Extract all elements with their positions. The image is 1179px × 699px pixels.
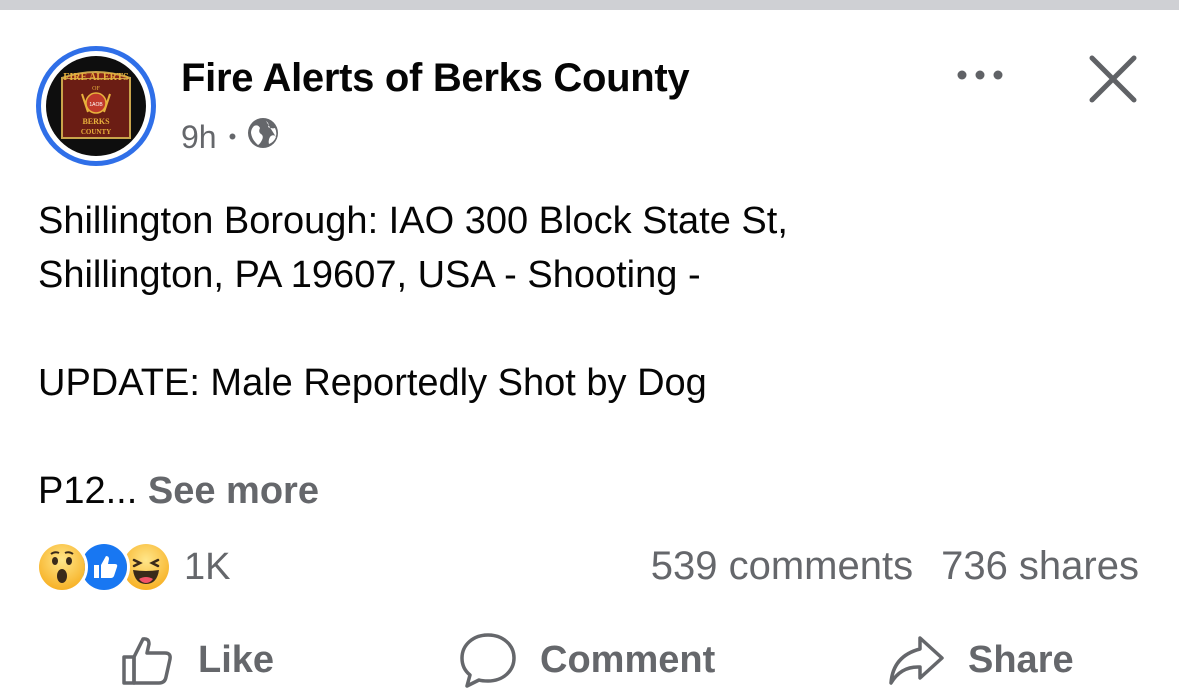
post-last-line: P12... See more [38,464,1138,518]
post-line: Shillington, PA 19607, USA - Shooting - [38,254,701,296]
like-button[interactable]: Like [118,628,274,692]
share-label: Share [968,638,1074,681]
comment-button[interactable]: Comment [458,628,715,692]
svg-text:BERKS: BERKS [82,117,110,126]
wow-icon [36,541,88,593]
post-meta: 9h • [181,118,280,156]
share-arrow-icon [889,636,944,685]
post-line [38,302,1138,356]
post-line [38,410,1138,464]
like-label: Like [198,638,275,681]
reaction-count: 1K [184,545,231,588]
close-button[interactable] [1084,50,1142,108]
globe-icon[interactable] [246,116,280,158]
svg-text:COUNTY: COUNTY [81,128,111,136]
post-line: UPDATE: Male Reportedly Shot by Dog [38,362,707,404]
share-button[interactable]: Share [886,628,1074,692]
post-timestamp[interactable]: 9h [181,119,217,156]
shares-count-link[interactable]: 736 shares [941,544,1139,589]
more-dots-icon [957,70,1003,80]
svg-text:FIRE ALERTS: FIRE ALERTS [63,72,129,83]
more-options-button[interactable] [952,58,1008,92]
page-avatar[interactable]: FIRE ALERTS OF 1AOB BERKS COUNTY [36,46,156,166]
thumbs-up-icon [122,637,172,685]
engagement-stats: 539 comments 736 shares [651,544,1139,589]
fire-alerts-logo: FIRE ALERTS OF 1AOB BERKS COUNTY [46,56,146,156]
truncated-text: P12... [38,470,138,512]
comment-bubble-icon [460,633,516,688]
post-body: Shillington Borough: IAO 300 Block State… [38,194,1138,518]
post-line: Shillington Borough: IAO 300 Block State… [38,200,788,242]
see-more-link[interactable]: See more [148,470,319,512]
comments-count-link[interactable]: 539 comments [651,544,913,589]
svg-text:1AOB: 1AOB [89,102,103,108]
top-divider [0,0,1179,10]
svg-text:OF: OF [92,86,100,92]
comment-label: Comment [540,638,716,681]
meta-separator: • [228,124,237,149]
close-icon [1089,55,1137,103]
reaction-summary[interactable]: 1K [36,541,231,593]
page-name-link[interactable]: Fire Alerts of Berks County [181,56,690,101]
